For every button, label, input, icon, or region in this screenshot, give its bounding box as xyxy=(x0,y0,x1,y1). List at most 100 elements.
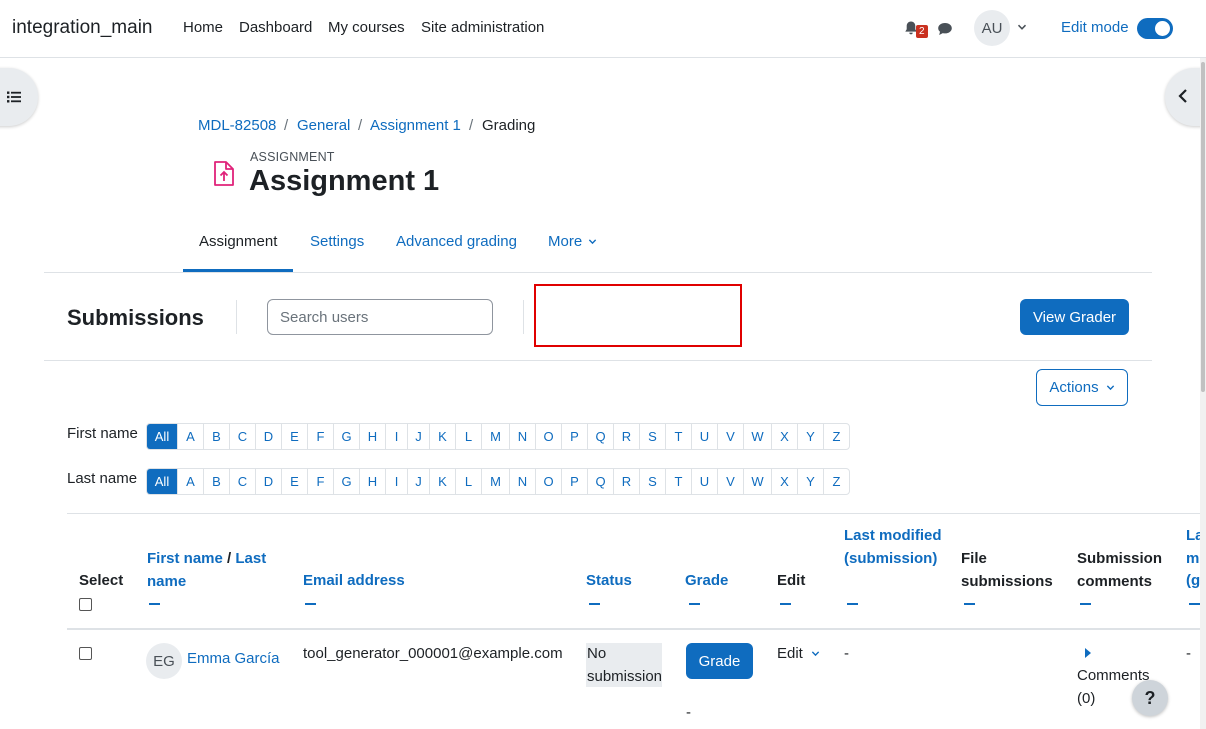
first-name-initial-g[interactable]: G xyxy=(333,424,359,449)
breadcrumb-activity[interactable]: Assignment 1 xyxy=(370,117,461,134)
hide-column-icon[interactable] xyxy=(589,603,600,605)
select-all-checkbox[interactable] xyxy=(79,598,92,611)
last-name-initial-t[interactable]: T xyxy=(665,469,691,494)
first-name-initial-k[interactable]: K xyxy=(429,424,455,449)
first-name-initial-v[interactable]: V xyxy=(717,424,743,449)
first-name-initial-e[interactable]: E xyxy=(281,424,307,449)
first-name-initial-y[interactable]: Y xyxy=(797,424,823,449)
tab-more[interactable]: More xyxy=(548,233,597,250)
breadcrumb-course[interactable]: MDL-82508 xyxy=(198,117,276,134)
sort-grade-link[interactable]: Grade xyxy=(685,572,728,589)
sort-last-modified-grade-link[interactable]: La m (g xyxy=(1186,527,1200,589)
first-name-initial-t[interactable]: T xyxy=(665,424,691,449)
nav-dashboard[interactable]: Dashboard xyxy=(239,19,312,36)
last-name-initial-j[interactable]: J xyxy=(407,469,429,494)
nav-home[interactable]: Home xyxy=(183,19,223,36)
last-name-initial-d[interactable]: D xyxy=(255,469,281,494)
first-name-initial-p[interactable]: P xyxy=(561,424,587,449)
hide-column-icon[interactable] xyxy=(689,603,700,605)
edit-dropdown[interactable]: Edit xyxy=(777,643,820,666)
sort-last-modified-link[interactable]: Last modified (submission) xyxy=(844,527,942,567)
first-name-initial-b[interactable]: B xyxy=(203,424,229,449)
row-select-checkbox[interactable] xyxy=(79,647,92,660)
scrollbar-thumb[interactable] xyxy=(1201,62,1205,392)
sort-first-name-link[interactable]: First name xyxy=(147,550,223,567)
first-name-initial-r[interactable]: R xyxy=(613,424,639,449)
last-name-initial-b[interactable]: B xyxy=(203,469,229,494)
last-name-initial-v[interactable]: V xyxy=(717,469,743,494)
sort-email-link[interactable]: Email address xyxy=(303,572,405,589)
tab-assignment[interactable]: Assignment xyxy=(199,233,277,250)
chat-icon[interactable] xyxy=(937,21,953,37)
col-header-select: Select xyxy=(79,572,124,589)
hide-column-icon[interactable] xyxy=(1080,603,1091,605)
help-button[interactable]: ? xyxy=(1132,680,1168,716)
hide-column-icon[interactable] xyxy=(964,603,975,605)
chevron-down-icon[interactable] xyxy=(1017,22,1027,32)
hide-column-icon[interactable] xyxy=(1189,603,1200,605)
last-name-initial-a[interactable]: A xyxy=(177,469,203,494)
hide-column-icon[interactable] xyxy=(780,603,791,605)
last-name-initial-q[interactable]: Q xyxy=(587,469,613,494)
hide-column-icon[interactable] xyxy=(149,603,160,605)
last-name-initial-f[interactable]: F xyxy=(307,469,333,494)
last-name-initial-i[interactable]: I xyxy=(385,469,407,494)
first-name-initial-z[interactable]: Z xyxy=(823,424,849,449)
first-name-initial-a[interactable]: A xyxy=(177,424,203,449)
search-users-input[interactable] xyxy=(267,299,493,335)
nav-site-administration[interactable]: Site administration xyxy=(421,19,544,36)
first-name-initial-i[interactable]: I xyxy=(385,424,407,449)
last-name-initial-y[interactable]: Y xyxy=(797,469,823,494)
actions-dropdown-button[interactable]: Actions xyxy=(1036,369,1128,406)
last-name-initial-c[interactable]: C xyxy=(229,469,255,494)
site-brand[interactable]: integration_main xyxy=(12,17,152,39)
last-name-initial-k[interactable]: K xyxy=(429,469,455,494)
tab-settings[interactable]: Settings xyxy=(310,233,364,250)
last-name-initial-m[interactable]: M xyxy=(481,469,509,494)
user-avatar[interactable]: AU xyxy=(974,10,1010,46)
breadcrumb-section[interactable]: General xyxy=(297,117,350,134)
first-name-initial-h[interactable]: H xyxy=(359,424,385,449)
first-name-initial-x[interactable]: X xyxy=(771,424,797,449)
first-name-initial-f[interactable]: F xyxy=(307,424,333,449)
caret-right-icon[interactable] xyxy=(1084,648,1092,658)
last-name-initial-all[interactable]: All xyxy=(147,469,177,494)
first-name-initial-n[interactable]: N xyxy=(509,424,535,449)
last-name-initial-o[interactable]: O xyxy=(535,469,561,494)
last-name-initial-w[interactable]: W xyxy=(743,469,771,494)
last-name-initial-e[interactable]: E xyxy=(281,469,307,494)
last-name-initial-u[interactable]: U xyxy=(691,469,717,494)
first-name-initial-j[interactable]: J xyxy=(407,424,429,449)
hide-column-icon[interactable] xyxy=(847,603,858,605)
first-name-initial-m[interactable]: M xyxy=(481,424,509,449)
user-name-link[interactable]: Emma García xyxy=(187,648,280,671)
last-name-initial-l[interactable]: L xyxy=(455,469,481,494)
first-name-initial-u[interactable]: U xyxy=(691,424,717,449)
first-name-initial-l[interactable]: L xyxy=(455,424,481,449)
grade-button[interactable]: Grade xyxy=(686,643,753,679)
last-name-initial-g[interactable]: G xyxy=(333,469,359,494)
edit-mode-toggle[interactable] xyxy=(1137,18,1173,39)
course-index-drawer-toggle[interactable] xyxy=(0,68,38,126)
last-name-initial-h[interactable]: H xyxy=(359,469,385,494)
first-name-initial-s[interactable]: S xyxy=(639,424,665,449)
last-name-initial-r[interactable]: R xyxy=(613,469,639,494)
user-avatar[interactable]: EG xyxy=(146,643,182,679)
last-name-initial-x[interactable]: X xyxy=(771,469,797,494)
sort-status-link[interactable]: Status xyxy=(586,572,632,589)
first-name-initial-all[interactable]: All xyxy=(147,424,177,449)
view-grader-button[interactable]: View Grader xyxy=(1020,299,1129,335)
first-name-initial-d[interactable]: D xyxy=(255,424,281,449)
first-name-initial-q[interactable]: Q xyxy=(587,424,613,449)
last-name-initial-p[interactable]: P xyxy=(561,469,587,494)
last-name-initial-n[interactable]: N xyxy=(509,469,535,494)
first-name-initial-o[interactable]: O xyxy=(535,424,561,449)
nav-my-courses[interactable]: My courses xyxy=(328,19,405,36)
tab-advanced-grading[interactable]: Advanced grading xyxy=(396,233,517,250)
highlight-box xyxy=(534,284,742,347)
last-name-initial-z[interactable]: Z xyxy=(823,469,849,494)
first-name-initial-c[interactable]: C xyxy=(229,424,255,449)
first-name-initial-w[interactable]: W xyxy=(743,424,771,449)
hide-column-icon[interactable] xyxy=(305,603,316,605)
last-name-initial-s[interactable]: S xyxy=(639,469,665,494)
